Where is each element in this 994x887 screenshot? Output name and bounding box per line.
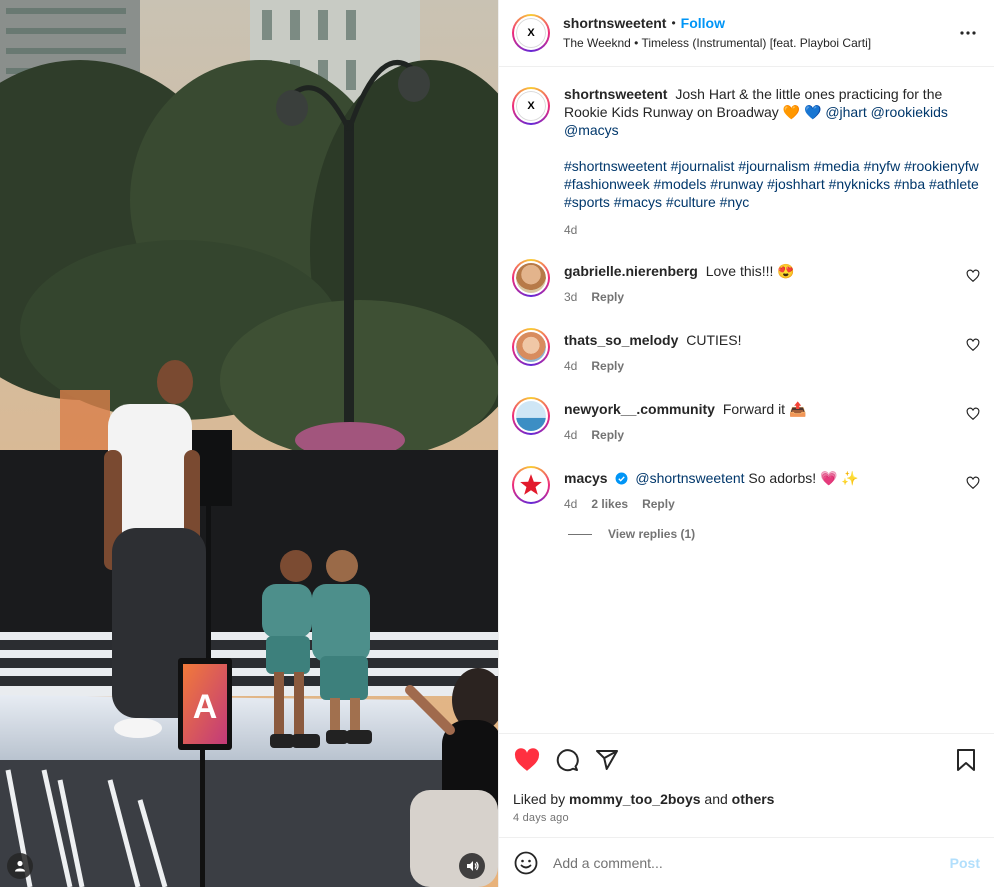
comment-username[interactable]: newyork__.community <box>564 401 715 417</box>
post-time: 4 days ago <box>513 812 569 824</box>
view-replies-line <box>568 533 592 535</box>
liked-by-and: and <box>704 791 728 807</box>
emoji-icon[interactable] <box>513 850 539 876</box>
reply-button[interactable]: Reply <box>591 357 624 375</box>
comment-mention[interactable]: @shortnsweetent <box>635 470 744 486</box>
add-comment-bar: Post <box>499 837 994 887</box>
view-replies-button[interactable]: View replies (1) <box>568 527 980 541</box>
caption-hashtags[interactable]: #shortnsweetent #journalist #journalism … <box>564 157 980 211</box>
mention-jhart[interactable]: @jhart <box>825 104 866 120</box>
comment-username[interactable]: macys <box>564 470 608 486</box>
author-avatar[interactable]: X <box>512 14 550 52</box>
user-tag-icon[interactable] <box>7 853 33 879</box>
caption: X shortnsweetent Josh Hart & the little … <box>512 85 980 239</box>
comment-username[interactable]: thats_so_melody <box>564 332 678 348</box>
post-media[interactable]: A <box>0 0 498 887</box>
commenter-avatar[interactable] <box>512 466 550 504</box>
runway-video-frame: A <box>0 0 498 887</box>
audio-track-link[interactable]: The Weeknd • Timeless (Instrumental) [fe… <box>563 34 956 52</box>
author-username[interactable]: shortnsweetent <box>563 14 666 32</box>
runway-sign-letter: A <box>193 688 218 726</box>
comment-time: 4d <box>564 497 578 511</box>
liked-by-user[interactable]: mommy_too_2boys <box>569 791 700 807</box>
bookmark-icon[interactable] <box>952 746 980 774</box>
macys-star-icon <box>520 474 542 495</box>
comment-input[interactable] <box>553 854 940 871</box>
comment-item: newyork__.community Forward it 📤 4d Repl… <box>512 397 980 444</box>
instagram-post-view: A X shortnsweetent • Follow The Weeknd •… <box>0 0 994 887</box>
liked-by-others[interactable]: others <box>732 791 775 807</box>
speaker-icon[interactable] <box>459 853 485 879</box>
brand-logo: X <box>516 18 546 48</box>
liked-by: Liked by mommy_too_2boys and others <box>513 790 980 808</box>
comment-likes[interactable]: 2 likes <box>591 495 628 513</box>
comment-text: CUTIES! <box>686 332 742 348</box>
caption-username[interactable]: shortnsweetent <box>564 86 667 102</box>
post-actions: Liked by mommy_too_2boys and others 4 da… <box>499 733 994 837</box>
comment-time: 4d <box>564 428 578 442</box>
header-text: shortnsweetent • Follow The Weeknd • Tim… <box>563 14 956 52</box>
comments-list[interactable]: X shortnsweetent Josh Hart & the little … <box>499 67 994 733</box>
comment-item: macys @shortnsweetent So adorbs! 💗 ✨ 4d … <box>512 466 980 513</box>
mention-macys[interactable]: @macys <box>564 122 619 138</box>
comment-text: Love this!!! 😍 <box>705 263 795 279</box>
like-comment-heart-icon[interactable] <box>966 269 980 283</box>
comment-time: 4d <box>564 359 578 373</box>
more-horizontal-icon[interactable] <box>956 21 980 45</box>
commenter-avatar[interactable] <box>512 397 550 435</box>
share-icon[interactable] <box>593 746 621 774</box>
like-comment-heart-icon[interactable] <box>966 338 980 352</box>
liked-by-prefix: Liked by <box>513 791 566 807</box>
reply-button[interactable]: Reply <box>591 288 624 306</box>
comment-username[interactable]: gabrielle.nierenberg <box>564 263 698 279</box>
comment-item: thats_so_melody CUTIES! 4d Reply <box>512 328 980 375</box>
caption-author-avatar[interactable]: X <box>512 87 550 125</box>
verified-badge-icon <box>616 472 628 485</box>
mention-rookiekids[interactable]: @rookiekids <box>871 104 948 120</box>
view-replies-label: View replies (1) <box>608 527 696 541</box>
comment-text: So adorbs! 💗 ✨ <box>748 470 859 486</box>
post-comment-button[interactable]: Post <box>950 855 980 871</box>
comment-text: Forward it 📤 <box>722 401 807 417</box>
brand-logo: X <box>516 91 546 121</box>
post-header: X shortnsweetent • Follow The Weeknd • T… <box>499 0 994 67</box>
commenter-avatar[interactable] <box>512 328 550 366</box>
like-comment-heart-icon[interactable] <box>966 476 980 490</box>
post-details-panel: X shortnsweetent • Follow The Weeknd • T… <box>498 0 994 887</box>
comment-time: 3d <box>564 290 578 304</box>
heart-filled-icon[interactable] <box>513 746 541 774</box>
separator-dot: • <box>671 16 676 30</box>
caption-time: 4d <box>564 223 578 237</box>
reply-button[interactable]: Reply <box>591 426 624 444</box>
reply-button[interactable]: Reply <box>642 495 675 513</box>
like-comment-heart-icon[interactable] <box>966 407 980 421</box>
commenter-avatar[interactable] <box>512 259 550 297</box>
follow-button[interactable]: Follow <box>681 14 725 32</box>
comment-item: gabrielle.nierenberg Love this!!! 😍 3d R… <box>512 259 980 306</box>
comment-icon[interactable] <box>553 746 581 774</box>
